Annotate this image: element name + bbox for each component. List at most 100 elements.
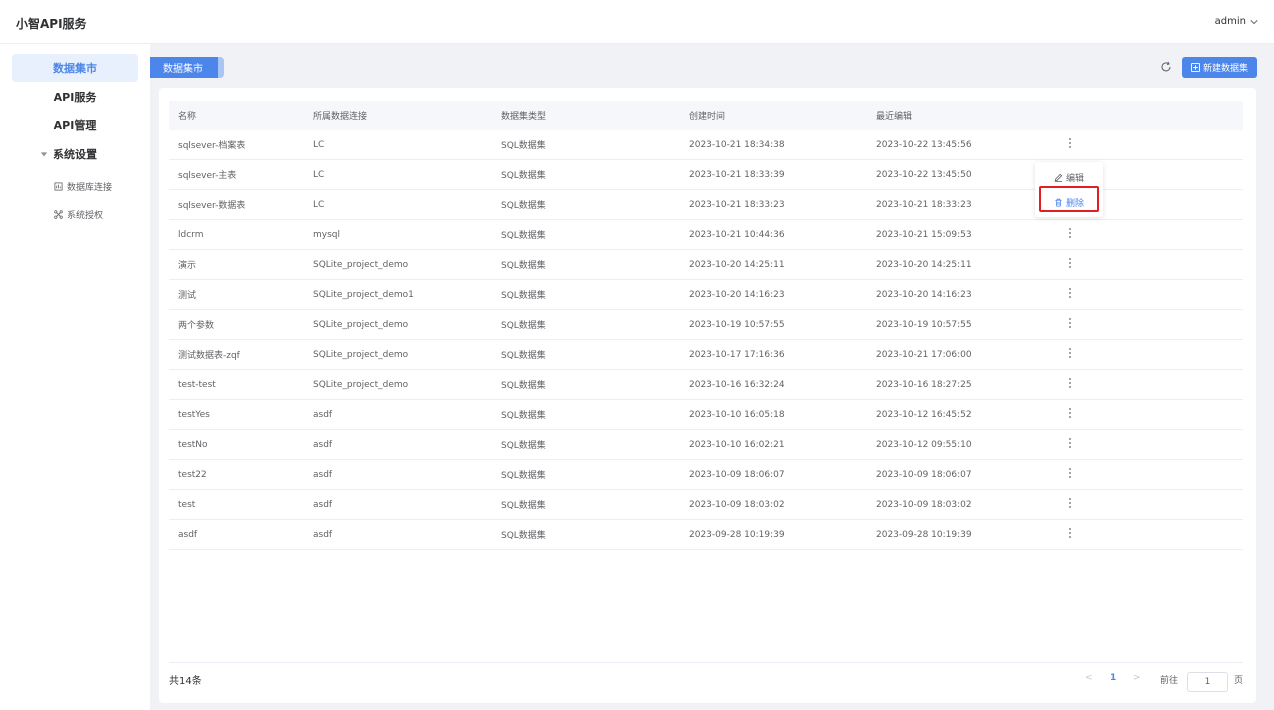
cell-edited: 2023-10-16 18:27:25 bbox=[876, 379, 972, 390]
user-name: admin bbox=[1214, 16, 1246, 27]
sidebar-item-label: API管理 bbox=[53, 119, 97, 132]
cell-edited: 2023-10-21 15:09:53 bbox=[876, 229, 972, 240]
sidebar-group-system-settings[interactable]: 系统设置 bbox=[40, 146, 97, 162]
page-number-current[interactable]: 1 bbox=[1110, 673, 1116, 683]
table-row: sqlsever-档案表 LC SQL数据集 2023-10-21 18:34:38 2… bbox=[169, 130, 1243, 160]
table-row: 两个参数 SQLite_project_demo SQL数据集 2023-10-19 … bbox=[169, 310, 1243, 340]
cell-edited: 2023-10-20 14:25:11 bbox=[876, 259, 972, 270]
page-suffix-label: 页 bbox=[1234, 676, 1244, 686]
row-more-button[interactable] bbox=[1065, 467, 1075, 482]
cell-type: SQL数据集 bbox=[501, 141, 546, 151]
table-row: ldcrm mysql SQL数据集 2023-10-21 10:44:36 2023-… bbox=[169, 220, 1243, 250]
authorization-icon bbox=[54, 210, 63, 219]
column-header-edited: 最近编辑 bbox=[876, 112, 913, 122]
more-vertical-icon bbox=[1069, 528, 1071, 538]
row-more-button[interactable] bbox=[1065, 257, 1075, 272]
delete-menu-item[interactable]: 删除 bbox=[1035, 192, 1103, 212]
new-dataset-label: 新建数据集 bbox=[1202, 64, 1248, 74]
cell-name: sqlsever-主表 bbox=[178, 171, 237, 181]
cell-type: SQL数据集 bbox=[501, 381, 546, 391]
row-more-button[interactable] bbox=[1065, 287, 1075, 302]
refresh-icon[interactable] bbox=[1160, 61, 1172, 73]
cell-edited: 2023-10-21 17:06:00 bbox=[876, 349, 972, 360]
cell-created: 2023-10-10 16:05:18 bbox=[689, 409, 785, 420]
cell-connection: asdf bbox=[313, 529, 333, 540]
cell-edited: 2023-10-12 16:45:52 bbox=[876, 409, 972, 420]
row-more-button[interactable] bbox=[1065, 407, 1075, 422]
cell-created: 2023-09-28 10:19:39 bbox=[689, 529, 785, 540]
sidebar-item-database-connection[interactable]: 数据库连接 bbox=[54, 180, 112, 193]
cell-created: 2023-10-21 10:44:36 bbox=[689, 229, 785, 240]
cell-type: SQL数据集 bbox=[501, 261, 546, 271]
goto-page-input[interactable] bbox=[1187, 672, 1228, 692]
more-vertical-icon bbox=[1069, 348, 1071, 358]
cell-created: 2023-10-17 17:16:36 bbox=[689, 349, 785, 360]
cell-created: 2023-10-21 18:33:23 bbox=[689, 199, 785, 210]
table-row: test-test SQLite_project_demo SQL数据集 2023-1… bbox=[169, 370, 1243, 400]
row-more-button[interactable] bbox=[1065, 347, 1075, 362]
user-menu[interactable]: admin bbox=[1215, 16, 1258, 27]
caret-down-icon bbox=[40, 152, 48, 157]
cell-type: SQL数据集 bbox=[501, 231, 546, 241]
goto-label: 前往 bbox=[1160, 676, 1179, 686]
cell-created: 2023-10-21 18:34:38 bbox=[689, 139, 785, 150]
cell-connection: SQLite_project_demo bbox=[313, 259, 409, 270]
row-action-dropdown: 编辑 删除 bbox=[1035, 162, 1103, 217]
cell-connection: asdf bbox=[313, 439, 333, 450]
sidebar-item-data-market[interactable]: 数据集市 bbox=[12, 54, 138, 82]
row-more-button[interactable] bbox=[1065, 137, 1075, 152]
column-header-name: 名称 bbox=[178, 112, 197, 122]
sidebar-item-label: 数据集市 bbox=[53, 62, 97, 75]
sidebar-item-api-management[interactable]: API管理 bbox=[12, 111, 138, 139]
row-more-button[interactable] bbox=[1065, 377, 1075, 392]
cell-connection: LC bbox=[313, 169, 325, 180]
cell-type: SQL数据集 bbox=[501, 471, 546, 481]
edit-icon bbox=[1054, 173, 1063, 182]
next-page-button[interactable]: > bbox=[1133, 673, 1141, 683]
row-more-button[interactable] bbox=[1065, 227, 1075, 242]
prev-page-button[interactable]: < bbox=[1085, 673, 1093, 683]
edit-menu-item[interactable]: 编辑 bbox=[1035, 167, 1103, 187]
more-vertical-icon bbox=[1069, 228, 1071, 238]
more-vertical-icon bbox=[1069, 438, 1071, 448]
more-vertical-icon bbox=[1069, 288, 1071, 298]
column-header-connection: 所属数据连接 bbox=[313, 112, 368, 122]
cell-connection: asdf bbox=[313, 409, 333, 420]
cell-edited: 2023-10-09 18:06:07 bbox=[876, 469, 972, 480]
cell-name: 演示 bbox=[178, 261, 197, 271]
row-more-button[interactable] bbox=[1065, 497, 1075, 512]
column-header-created: 创建时间 bbox=[689, 112, 726, 122]
cell-connection: SQLite_project_demo bbox=[313, 349, 409, 360]
table-row: 测试数据表-zqf SQLite_project_demo SQL数据集 2023-1… bbox=[169, 340, 1243, 370]
row-more-button[interactable] bbox=[1065, 437, 1075, 452]
trash-icon bbox=[1055, 198, 1062, 207]
row-more-button[interactable] bbox=[1065, 527, 1075, 542]
row-more-button[interactable] bbox=[1065, 317, 1075, 332]
cell-created: 2023-10-20 14:16:23 bbox=[689, 289, 785, 300]
cell-connection: asdf bbox=[313, 499, 333, 510]
cell-connection: LC bbox=[313, 139, 325, 150]
cell-type: SQL数据集 bbox=[501, 531, 546, 541]
cell-name: test bbox=[178, 499, 196, 510]
new-dataset-button[interactable]: 新建数据集 bbox=[1182, 57, 1257, 78]
cell-edited: 2023-10-21 18:33:23 bbox=[876, 199, 972, 210]
delete-label: 删除 bbox=[1065, 198, 1084, 209]
cell-name: sqlsever-档案表 bbox=[178, 141, 246, 151]
sidebar-item-api-service[interactable]: API服务 bbox=[12, 83, 138, 111]
cell-edited: 2023-10-22 13:45:50 bbox=[876, 169, 972, 180]
more-vertical-icon bbox=[1069, 498, 1071, 508]
sidebar-item-system-authorization[interactable]: 系统授权 bbox=[54, 208, 103, 221]
more-vertical-icon bbox=[1069, 318, 1071, 328]
sidebar-group-label: 系统设置 bbox=[53, 148, 97, 161]
cell-connection: LC bbox=[313, 199, 325, 210]
more-vertical-icon bbox=[1069, 408, 1071, 418]
more-vertical-icon bbox=[1069, 468, 1071, 478]
cell-connection: asdf bbox=[313, 469, 333, 480]
more-vertical-icon bbox=[1069, 138, 1071, 148]
cell-type: SQL数据集 bbox=[501, 291, 546, 301]
plus-square-icon bbox=[1190, 63, 1200, 72]
top-bar: 小智API服务 admin bbox=[0, 0, 1274, 44]
cell-connection: SQLite_project_demo1 bbox=[313, 289, 414, 300]
cell-type: SQL数据集 bbox=[501, 501, 546, 511]
cell-created: 2023-10-20 14:25:11 bbox=[689, 259, 785, 270]
